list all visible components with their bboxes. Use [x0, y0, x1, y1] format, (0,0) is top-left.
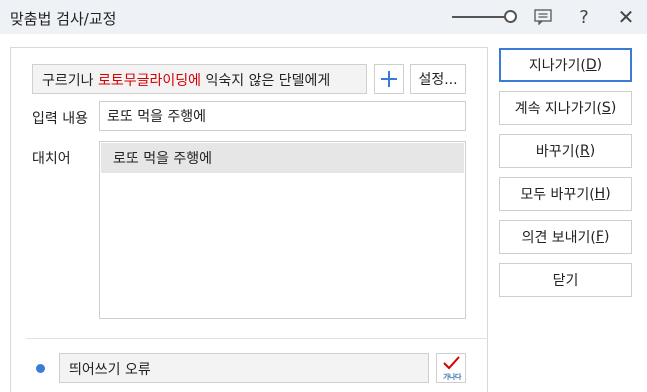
error-bullet [36, 364, 45, 373]
skip-all-button[interactable]: 계속 지나가기(S) [499, 91, 632, 125]
opacity-slider-knob[interactable] [504, 10, 517, 23]
context-error-word: 로토무글라이딩에 [97, 73, 202, 89]
context-before: 구르기나 [42, 73, 98, 89]
help-icon[interactable]: ? [571, 5, 597, 29]
check-icon [443, 356, 460, 370]
spellcheck-icon-label: 가나다 [443, 373, 461, 381]
context-after: 익숙지 않은 단델에게 [201, 73, 331, 89]
close-icon[interactable]: ✕ [613, 5, 639, 29]
context-sentence: 구르기나 로토무글라이딩에 익숙지 않은 단델에게 [32, 64, 367, 94]
error-type-field: 띄어쓰기 오류 [59, 353, 429, 383]
comment-icon[interactable] [530, 5, 556, 29]
close-button[interactable]: 닫기 [499, 263, 632, 297]
input-field[interactable] [99, 101, 466, 131]
alternatives-list[interactable]: 로또 먹을 주행에 [99, 141, 466, 319]
title-bar: 맞춤법 검사/교정 ? ✕ [0, 0, 647, 34]
spellcheck-icon-button[interactable]: 가나다 [436, 353, 466, 383]
add-word-button[interactable] [374, 64, 404, 94]
send-feedback-button[interactable]: 의견 보내기(F) [499, 220, 632, 254]
replace-all-button[interactable]: 모두 바꾸기(H) [499, 177, 632, 211]
alternatives-label: 대치어 [32, 151, 71, 167]
opacity-slider-track[interactable] [452, 16, 510, 18]
window-title: 맞춤법 검사/교정 [10, 10, 117, 28]
skip-button[interactable]: 지나가기(D) [499, 48, 632, 82]
alternative-item[interactable]: 로또 먹을 주행에 [101, 143, 464, 173]
plus-icon [381, 71, 397, 87]
replace-button[interactable]: 바꾸기(R) [499, 134, 632, 168]
settings-button[interactable]: 설정... [410, 64, 466, 94]
input-label: 입력 내용 [32, 111, 88, 127]
divider [26, 338, 488, 339]
